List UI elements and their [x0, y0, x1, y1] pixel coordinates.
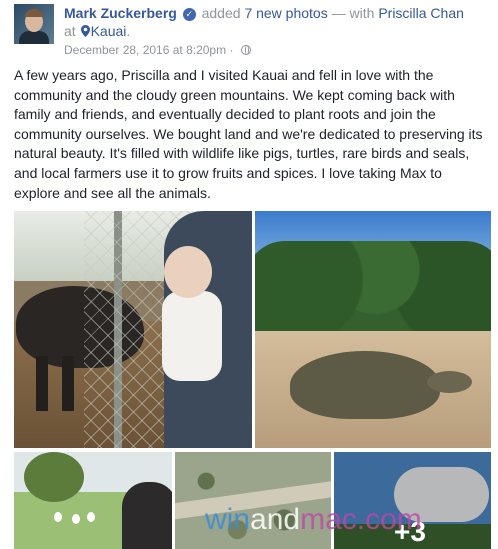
author-avatar[interactable]: [14, 4, 54, 44]
photo-pig-fence[interactable]: [14, 211, 252, 448]
verified-badge-icon: ✓: [182, 8, 196, 21]
location-link[interactable]: Kauai: [91, 23, 127, 39]
avatar-body-shape: [19, 31, 49, 44]
watermark: winandmac.com: [205, 503, 422, 537]
at-text: at: [64, 23, 76, 39]
watermark-part: mac.com: [300, 503, 422, 536]
photo-trees: [255, 241, 491, 336]
pig-leg: [36, 356, 48, 411]
pig-leg: [62, 356, 74, 411]
post-timestamp[interactable]: December 28, 2016 at 8:20pm: [64, 43, 226, 57]
with-text: — with: [331, 5, 375, 21]
avatar-hair-shape: [25, 9, 43, 17]
post-headline: Mark Zuckerberg ✓ added 7 new photos — w…: [64, 4, 484, 40]
watermark-part: win: [205, 503, 251, 536]
action-text: added: [201, 5, 241, 21]
turtle-head: [427, 371, 472, 393]
author-name[interactable]: Mark Zuckerberg: [64, 5, 177, 21]
baby-head-shape: [164, 246, 212, 298]
post-header: Mark Zuckerberg ✓ added 7 new photos — w…: [14, 4, 484, 60]
tagged-person-link[interactable]: Priscilla Chan: [378, 5, 464, 21]
photo-birds-field[interactable]: [14, 452, 172, 549]
post-body: A few years ago, Priscilla and I visited…: [14, 67, 483, 201]
watermark-part: and: [250, 503, 301, 536]
bird-shape: [72, 514, 80, 524]
post-meta: December 28, 2016 at 8:20pm ·: [64, 43, 251, 57]
photo-sea-turtle[interactable]: [255, 211, 491, 448]
bird-shape: [87, 512, 95, 522]
bird-shape: [54, 512, 62, 522]
location-pin-icon: [80, 25, 90, 37]
globe-icon[interactable]: [240, 45, 251, 55]
photos-link[interactable]: 7 new photos: [244, 5, 327, 21]
photo-tree: [24, 452, 84, 502]
baby-body-shape: [162, 291, 222, 381]
meta-separator: ·: [229, 43, 234, 57]
trailing-period: .: [126, 23, 131, 39]
turtle-shell: [290, 351, 440, 419]
person-shape: [122, 482, 172, 549]
